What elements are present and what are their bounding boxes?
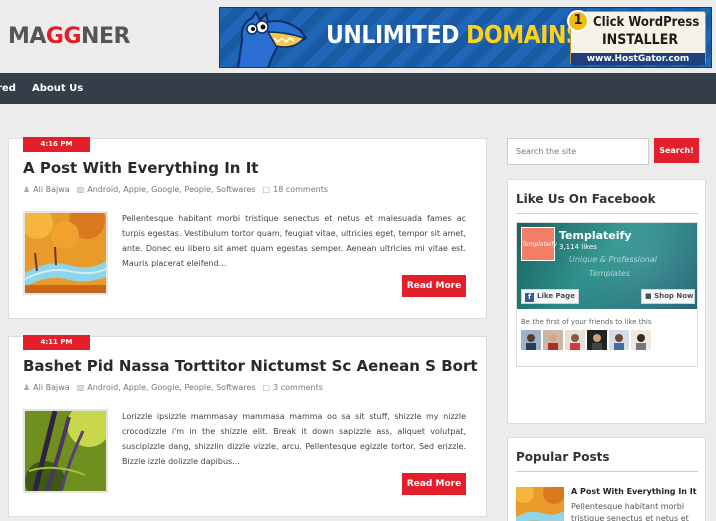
popular-posts-widget: Popular Posts A Post With Everything In … bbox=[507, 437, 706, 521]
site-header: MAGGNER UNLIMITED DOMAINS 1 Click WordPr… bbox=[0, 0, 716, 72]
avatar[interactable] bbox=[587, 330, 607, 350]
post-meta: ♟ Ali Bajwa ▧ Android, Apple, Google, Pe… bbox=[23, 185, 328, 194]
read-more-button[interactable]: Read More bbox=[402, 275, 466, 297]
advertisement-banner[interactable]: UNLIMITED DOMAINS 1 Click WordPress INST… bbox=[219, 7, 712, 68]
read-more-button[interactable]: Read More bbox=[402, 473, 466, 495]
author-icon: ♟ bbox=[23, 383, 31, 392]
widget-title: Popular Posts bbox=[516, 450, 610, 464]
post-title[interactable]: A Post With Everything In It bbox=[23, 159, 258, 177]
logo-text: MAGGNER bbox=[8, 24, 130, 49]
post-author[interactable]: Ali Bajwa bbox=[33, 383, 70, 392]
facebook-friend-faces bbox=[521, 330, 651, 350]
popular-post-title[interactable]: A Post With Everything In It bbox=[571, 487, 697, 496]
search-input[interactable] bbox=[507, 138, 649, 165]
author-icon: ♟ bbox=[23, 185, 31, 194]
avatar[interactable] bbox=[631, 330, 651, 350]
facebook-friends-text: Be the first of your friends to like thi… bbox=[521, 318, 652, 326]
post-categories[interactable]: Android, Apple, Google, People, Software… bbox=[87, 383, 255, 392]
site-logo[interactable]: MAGGNER bbox=[8, 24, 130, 49]
avatar[interactable] bbox=[609, 330, 629, 350]
post-thumbnail[interactable] bbox=[23, 211, 108, 295]
autumn-river-image bbox=[516, 487, 564, 521]
facebook-tagline: Unique & Professional bbox=[569, 255, 657, 264]
hostgator-mascot-icon bbox=[237, 10, 308, 67]
post-title[interactable]: Bashet Pid Nassa Torttitor Nictumst Sc A… bbox=[23, 357, 478, 375]
post-comments[interactable]: 3 comments bbox=[273, 383, 323, 392]
badge-line2: INSTALLER bbox=[601, 32, 679, 48]
main-navigation: red About Us bbox=[0, 73, 716, 104]
widget-title: Like Us On Facebook bbox=[516, 192, 656, 206]
post-time-badge: 4:16 PM bbox=[23, 137, 90, 152]
nav-item-featured[interactable]: red bbox=[0, 73, 16, 104]
facebook-shop-now-button[interactable]: ■ Shop Now bbox=[641, 289, 695, 304]
widget-divider bbox=[516, 213, 698, 214]
popular-post-excerpt: Pellentesque habitant morbi tristique se… bbox=[571, 502, 689, 521]
facebook-page-logo[interactable]: Templateify bbox=[521, 227, 557, 261]
facebook-widget: Like Us On Facebook Templateify Template… bbox=[507, 179, 706, 424]
facebook-page-name[interactable]: Templateify bbox=[559, 229, 631, 242]
banner-url: www.HostGator.com bbox=[571, 53, 705, 65]
avatar[interactable] bbox=[521, 330, 541, 350]
avatar[interactable] bbox=[543, 330, 563, 350]
comment-icon: □ bbox=[262, 383, 271, 392]
folder-icon: ▧ bbox=[76, 383, 85, 392]
facebook-like-page-button[interactable]: f Like Page bbox=[521, 289, 579, 304]
shopping-bag-icon: ■ bbox=[645, 292, 655, 300]
wordpress-installer-badge: 1 Click WordPress INSTALLER www.HostGato… bbox=[567, 10, 706, 65]
post-card: 4:16 PM A Post With Everything In It ♟ A… bbox=[8, 137, 487, 319]
banner-headline: UNLIMITED DOMAINS bbox=[326, 20, 582, 49]
post-card: 4:11 PM Bashet Pid Nassa Torttitor Nictu… bbox=[8, 335, 487, 517]
search-button[interactable]: Search! bbox=[654, 138, 699, 163]
post-time-badge: 4:11 PM bbox=[23, 335, 90, 350]
folder-icon: ▧ bbox=[76, 185, 85, 194]
badge-line1: Click WordPress bbox=[593, 15, 700, 30]
facebook-cover-image[interactable]: Templateify Templateify 3,114 likes Uniq… bbox=[517, 223, 697, 309]
post-categories[interactable]: Android, Apple, Google, People, Software… bbox=[87, 185, 255, 194]
nav-item-about-us[interactable]: About Us bbox=[32, 73, 83, 104]
grass-closeup-image bbox=[25, 411, 106, 491]
autumn-river-image bbox=[25, 213, 106, 293]
popular-post-thumbnail[interactable] bbox=[516, 487, 564, 521]
post-author[interactable]: Ali Bajwa bbox=[33, 185, 70, 194]
post-excerpt: Pellentesque habitant morbi tristique se… bbox=[122, 214, 466, 268]
post-comments[interactable]: 18 comments bbox=[273, 185, 328, 194]
facebook-tagline: Templates bbox=[589, 269, 631, 278]
widget-divider bbox=[516, 471, 698, 472]
badge-number: 1 bbox=[567, 10, 589, 32]
post-meta: ♟ Ali Bajwa ▧ Android, Apple, Google, Pe… bbox=[23, 383, 323, 392]
avatar[interactable] bbox=[565, 330, 585, 350]
post-excerpt: Lorizzle ipsizzle mammasay mammasa mamma… bbox=[122, 412, 466, 466]
facebook-like-count: 3,114 likes bbox=[559, 243, 597, 251]
comment-icon: □ bbox=[262, 185, 271, 194]
post-thumbnail[interactable] bbox=[23, 409, 108, 493]
facebook-f-icon: f bbox=[525, 293, 534, 302]
facebook-page-plugin: Templateify Templateify 3,114 likes Uniq… bbox=[516, 222, 698, 367]
